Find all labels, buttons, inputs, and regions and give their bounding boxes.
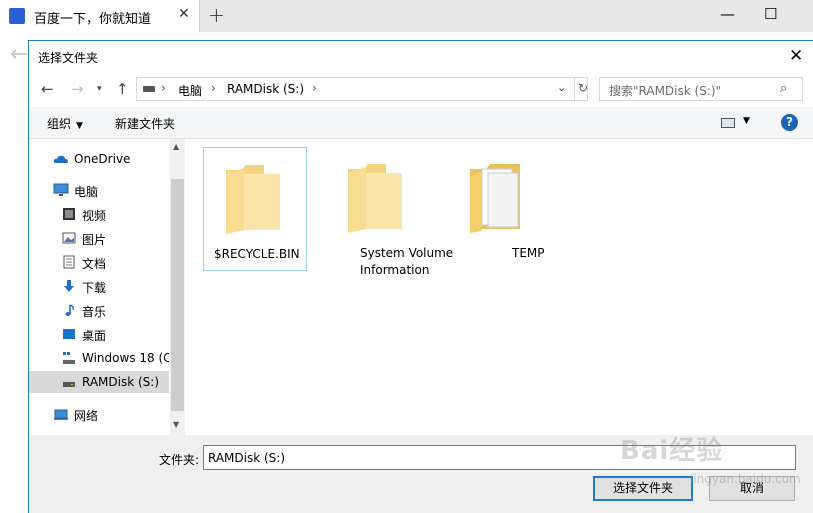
tab-title: 百度一下，你就知道 (34, 12, 152, 27)
document-icon (63, 255, 75, 269)
breadcrumb-ramdisk[interactable]: RAMDisk (S:) (227, 82, 304, 96)
folder-item-recycle-bin[interactable]: $RECYCLE.BIN (203, 147, 307, 271)
breadcrumb-computer[interactable]: 电脑 (178, 82, 202, 99)
nav-item-videos[interactable]: 视频 (29, 203, 169, 225)
network-icon (54, 409, 68, 420)
view-caret-down-icon[interactable]: ▼ (743, 116, 750, 126)
watermark-logo: Bai经验 (620, 436, 724, 466)
organize-label: 组织 (47, 117, 72, 131)
maximize-button[interactable]: ☐ (764, 5, 777, 23)
nav-label: 桌面 (82, 329, 107, 343)
nav-item-downloads[interactable]: 下载 (29, 275, 169, 297)
search-input[interactable]: 搜索"RAMDisk (S:)" ⌕ (599, 77, 803, 101)
nav-item-music[interactable]: 音乐 (29, 299, 169, 321)
nav-item-documents[interactable]: 文档 (29, 251, 169, 273)
address-dropdown-icon[interactable]: ⌄ (557, 81, 566, 94)
nav-item-desktop[interactable]: 桌面 (29, 323, 169, 345)
drive-icon (63, 382, 75, 387)
watermark-url: jingyan.baidu.com (690, 472, 801, 486)
recent-locations-chevron-icon[interactable]: ▾ (97, 84, 102, 94)
view-options-icon[interactable] (721, 118, 735, 128)
nav-item-pictures[interactable]: 图片 (29, 227, 169, 249)
file-list-view: $RECYCLE.BIN System Volume Information T… (186, 139, 813, 435)
dialog-close-button[interactable]: ✕ (789, 46, 803, 66)
help-icon[interactable]: ? (781, 114, 798, 131)
folder-icon (226, 165, 280, 234)
organize-button[interactable]: 组织 ▼ (47, 115, 83, 132)
nav-label: 电脑 (74, 185, 99, 199)
new-folder-button[interactable]: 新建文件夹 (115, 115, 175, 132)
nav-item-network[interactable]: 网络 (29, 403, 169, 425)
folder-with-files-icon (470, 164, 520, 233)
folder-name: TEMP (512, 246, 545, 260)
desktop-icon (63, 329, 75, 339)
address-bar[interactable]: › 电脑 › RAMDisk (S:) › ⌄ ↻ (136, 77, 588, 101)
dialog-title-bar: 选择文件夹 ✕ (29, 41, 813, 73)
breadcrumb-separator[interactable]: › (211, 81, 216, 95)
drive-windows-icon (63, 352, 75, 364)
video-icon (63, 208, 75, 220)
baidu-paw-icon: 🐾 (9, 8, 25, 24)
new-tab-button[interactable]: + (208, 3, 225, 27)
command-toolbar: 组织 ▼ 新建文件夹 ▼ ? (29, 107, 813, 139)
browser-back-icon[interactable]: ← (10, 42, 28, 67)
download-icon (64, 280, 74, 292)
breadcrumb-separator[interactable]: › (312, 81, 317, 95)
picture-icon (62, 232, 76, 244)
browser-tab[interactable]: 🐾 百度一下，你就知道 ✕ (0, 0, 200, 32)
nav-item-onedrive[interactable]: OneDrive (29, 148, 169, 170)
music-icon (65, 304, 74, 316)
nav-label: 音乐 (82, 305, 107, 319)
browser-tab-strip: 🐾 百度一下，你就知道 ✕ + — ☐ (0, 0, 813, 32)
minimize-button[interactable]: — (720, 5, 735, 23)
nav-label: 视频 (82, 209, 107, 223)
folder-item-temp[interactable]: TEMP (448, 147, 552, 271)
nav-label: 下载 (82, 281, 107, 295)
search-icon[interactable]: ⌕ (780, 81, 787, 96)
nav-label: Windows 18 (C (82, 351, 169, 365)
refresh-icon[interactable]: ↻ (574, 78, 588, 100)
folder-item-system-volume-information[interactable]: System Volume Information (326, 147, 453, 277)
nav-item-ramdisk[interactable]: RAMDisk (S:) (29, 371, 169, 393)
nav-label: 图片 (82, 233, 107, 247)
nav-item-computer[interactable]: 电脑 (29, 179, 169, 201)
caret-down-icon: ▼ (76, 121, 83, 131)
nav-item-windows-drive[interactable]: Windows 18 (C (29, 347, 169, 369)
navigation-bar: ← → ▾ ↑ › 电脑 › RAMDisk (S:) › ⌄ ↻ 搜索"RAM… (29, 73, 813, 107)
folder-icon (348, 164, 402, 233)
navigation-pane: OneDrive 电脑 视频 图片 文档 下载 音乐 桌面 Windows 18… (29, 139, 185, 435)
forward-arrow-icon[interactable]: → (71, 80, 84, 98)
nav-label: OneDrive (74, 152, 131, 166)
tab-close-icon[interactable]: ✕ (178, 6, 190, 22)
computer-icon (53, 183, 69, 196)
cloud-icon (53, 155, 68, 163)
select-folder-button[interactable]: 选择文件夹 (593, 476, 693, 501)
back-arrow-icon[interactable]: ← (41, 80, 54, 98)
nav-label: 文档 (82, 257, 107, 271)
nav-label: 网络 (74, 409, 99, 423)
dialog-title: 选择文件夹 (38, 51, 99, 65)
scroll-down-icon[interactable]: ▼ (173, 420, 179, 429)
search-placeholder: 搜索"RAMDisk (S:)" (609, 84, 722, 98)
scroll-up-icon[interactable]: ▲ (173, 142, 179, 151)
scrollbar-thumb[interactable] (171, 179, 184, 411)
nav-pane-scrollbar[interactable]: ▲ ▼ (170, 139, 185, 435)
folder-field-label: 文件夹: (159, 453, 200, 467)
drive-icon (143, 86, 155, 92)
nav-label: RAMDisk (S:) (82, 375, 160, 389)
up-arrow-icon[interactable]: ↑ (116, 80, 129, 98)
folder-name: $RECYCLE.BIN (214, 247, 300, 261)
breadcrumb-separator[interactable]: › (161, 81, 166, 95)
